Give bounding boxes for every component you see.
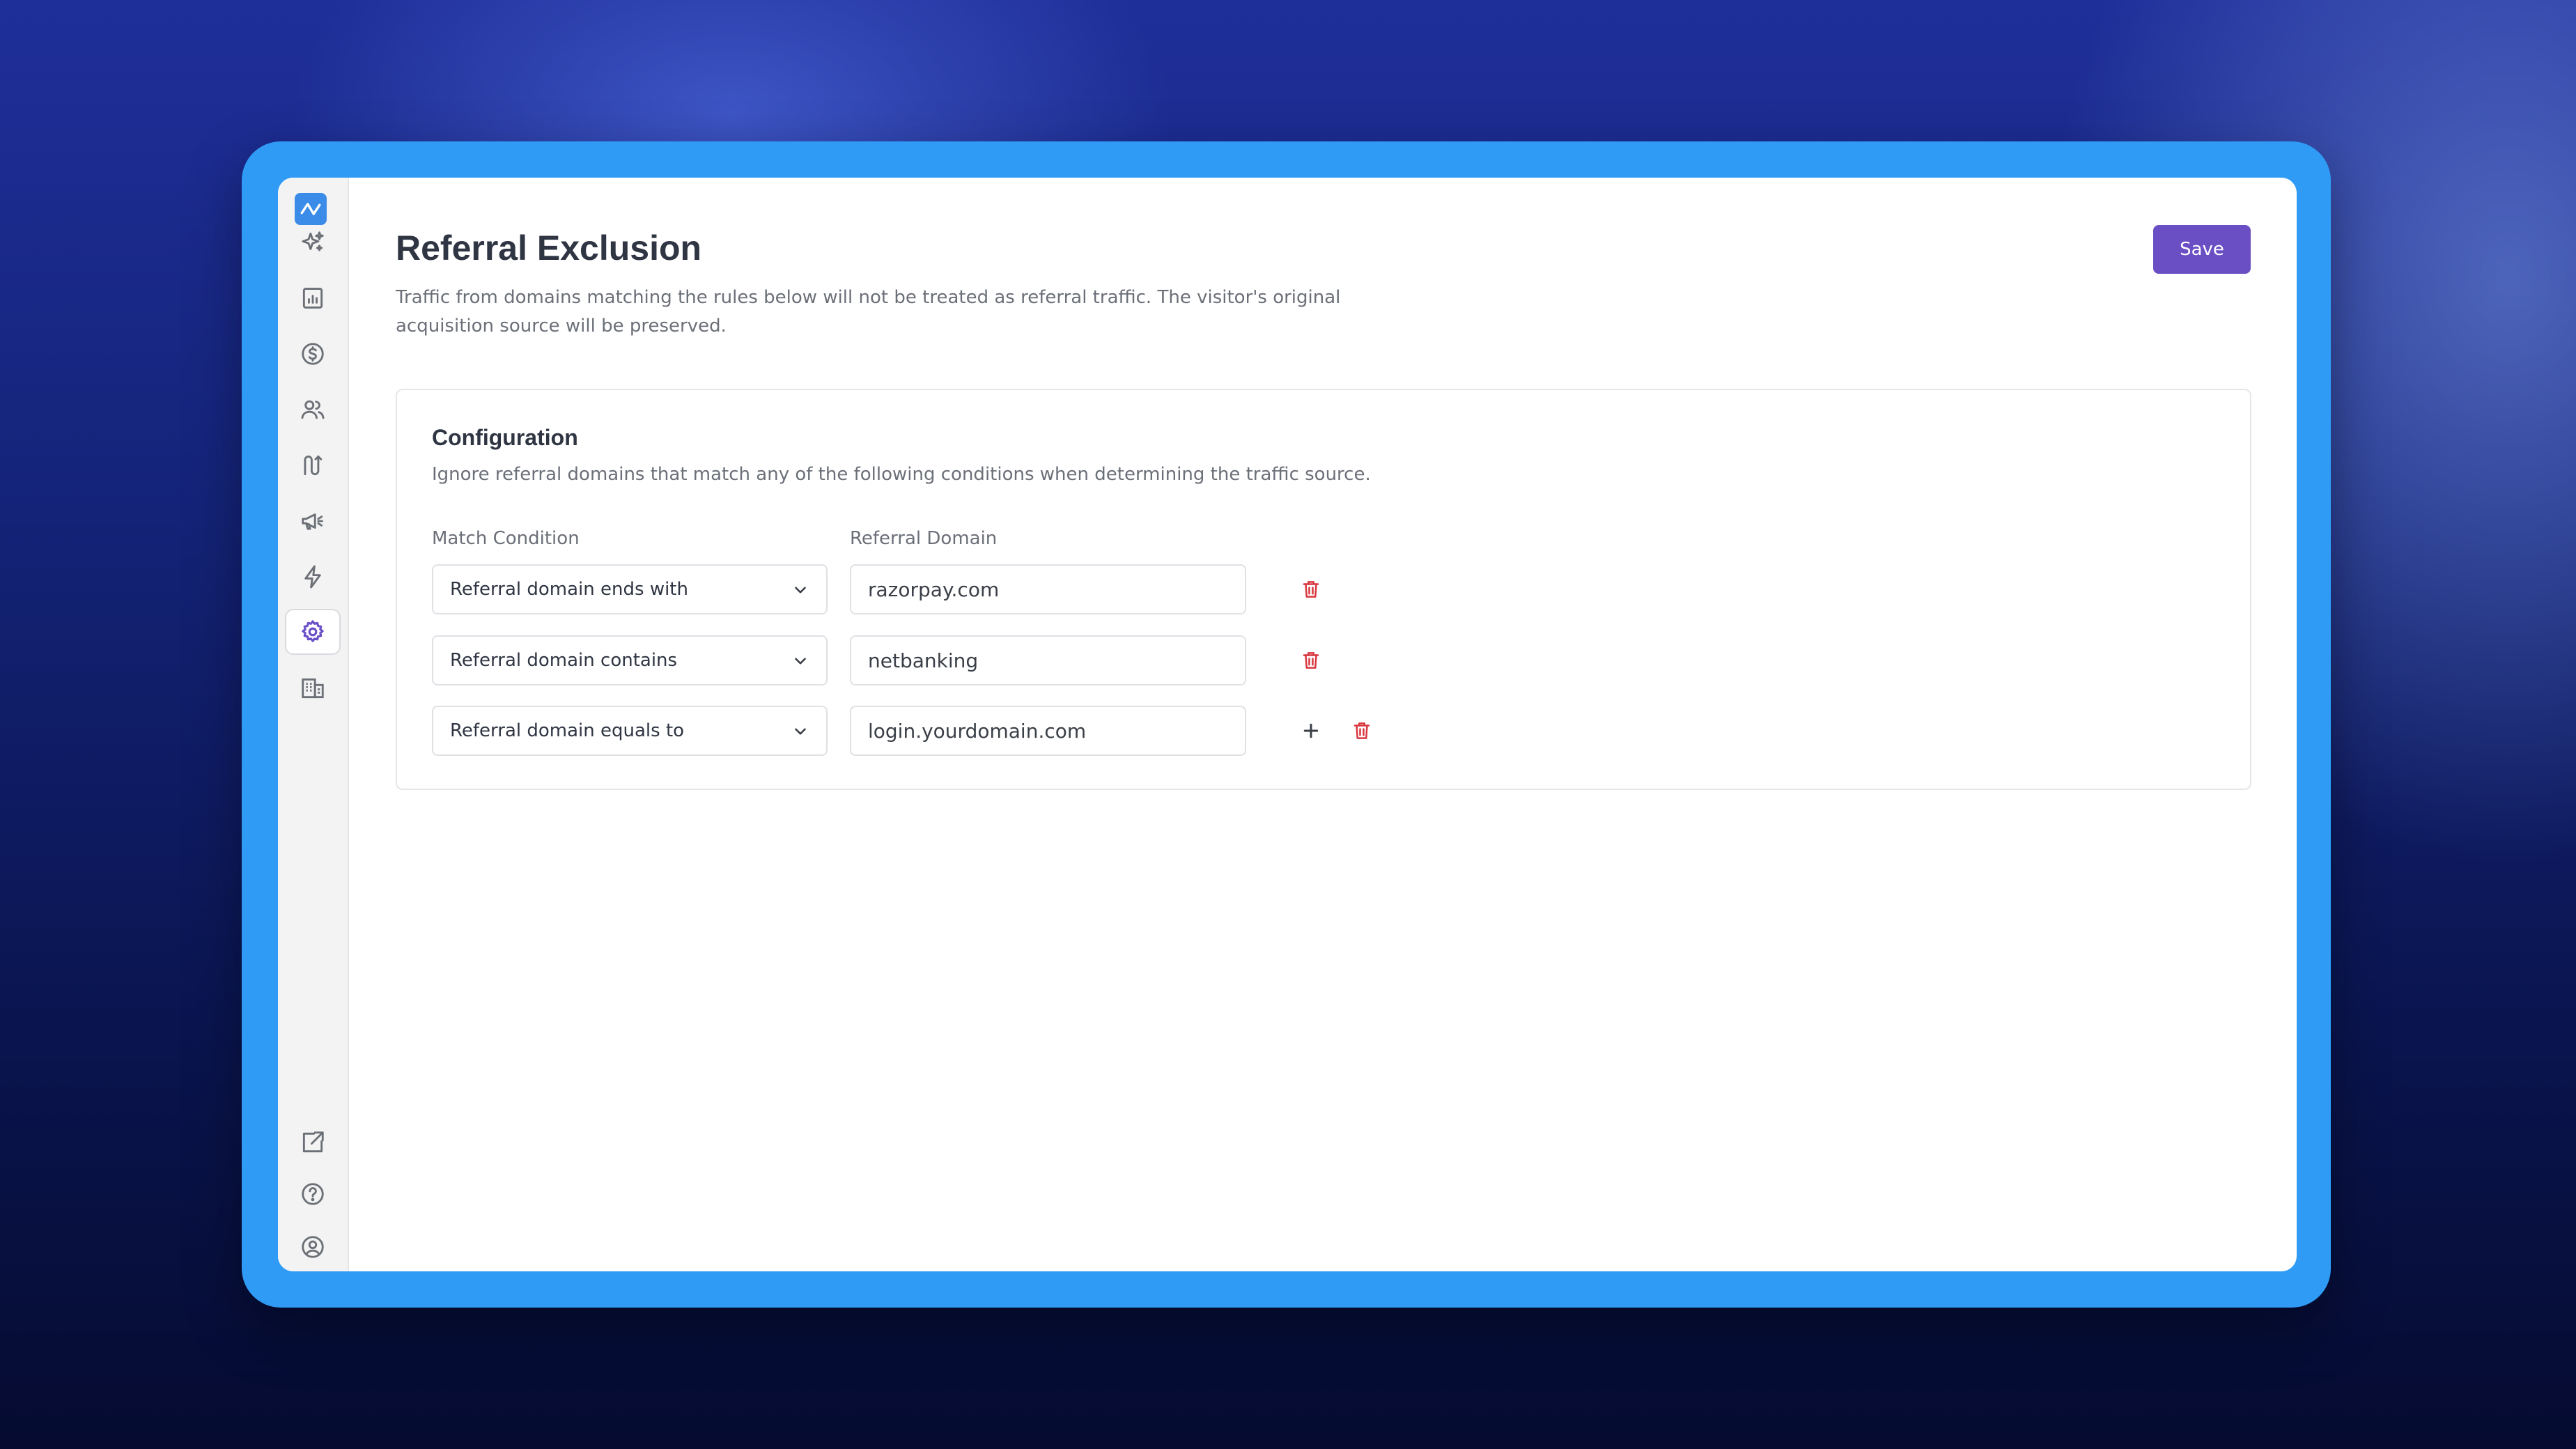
trash-icon xyxy=(1303,652,1319,669)
sidebar-item-account[interactable] xyxy=(285,1224,341,1270)
megaphone-icon xyxy=(302,513,323,530)
gear-icon xyxy=(302,620,324,642)
referral-domain-input[interactable]: razorpay.com xyxy=(850,564,1246,614)
page-title: Referral Exclusion xyxy=(396,228,702,268)
configuration-title: Configuration xyxy=(432,425,578,450)
plus-icon xyxy=(1303,723,1319,738)
sidebar-item-organizations[interactable] xyxy=(285,665,341,711)
sidebar-item-settings[interactable] xyxy=(285,609,341,655)
sparkles-icon xyxy=(302,231,324,251)
sidebar-item-help[interactable] xyxy=(285,1171,341,1217)
sidebar xyxy=(278,178,349,1271)
sidebar-item-automations[interactable] xyxy=(285,554,341,600)
sidebar-item-campaigns[interactable] xyxy=(285,498,341,544)
configuration-card: Configuration Ignore referral domains th… xyxy=(396,389,2251,790)
chevron-down-icon xyxy=(795,587,806,594)
app-window: Referral Exclusion Traffic from domains … xyxy=(278,178,2297,1271)
lightning-icon xyxy=(304,565,321,589)
help-icon xyxy=(302,1183,324,1205)
sidebar-item-ai[interactable] xyxy=(285,219,341,265)
sidebar-item-reports[interactable] xyxy=(285,275,341,321)
select-value: Referral domain ends with xyxy=(450,579,688,600)
add-rule-button[interactable] xyxy=(1297,717,1325,745)
trash-icon xyxy=(1353,722,1370,739)
trash-icon xyxy=(1303,581,1319,598)
chevron-down-icon xyxy=(795,658,806,665)
users-icon xyxy=(301,400,325,419)
chevron-down-icon xyxy=(795,728,806,735)
match-condition-label: Match Condition xyxy=(432,528,580,549)
referral-domain-input[interactable]: netbanking xyxy=(850,635,1246,685)
select-value: Referral domain contains xyxy=(450,650,678,671)
referral-domain-label: Referral Domain xyxy=(850,528,998,549)
match-condition-select[interactable]: Referral domain equals to xyxy=(432,706,828,756)
delete-rule-button[interactable] xyxy=(1348,717,1376,745)
delete-rule-button[interactable] xyxy=(1297,646,1325,674)
dollar-icon xyxy=(302,343,324,365)
match-condition-select[interactable]: Referral domain ends with xyxy=(432,564,828,614)
page-description: Traffic from domains matching the rules … xyxy=(396,287,1341,336)
chart-report-icon xyxy=(302,288,323,309)
route-icon xyxy=(304,455,323,476)
user-circle-icon xyxy=(302,1236,324,1258)
delete-rule-button[interactable] xyxy=(1297,575,1325,603)
select-value: Referral domain equals to xyxy=(450,720,685,741)
match-condition-select[interactable]: Referral domain contains xyxy=(432,635,828,685)
main-content: Referral Exclusion Traffic from domains … xyxy=(349,178,2297,1271)
building-icon xyxy=(302,678,324,699)
save-button[interactable]: Save xyxy=(2153,225,2251,274)
sidebar-item-users[interactable] xyxy=(285,387,341,433)
logo-icon xyxy=(300,203,321,215)
sidebar-item-external-link[interactable] xyxy=(285,1119,341,1165)
sidebar-item-journeys[interactable] xyxy=(285,442,341,488)
external-link-icon xyxy=(302,1131,324,1153)
sidebar-item-revenue[interactable] xyxy=(285,331,341,377)
configuration-description: Ignore referral domains that match any o… xyxy=(432,464,1371,485)
referral-domain-input[interactable]: login.yourdomain.com xyxy=(850,706,1246,756)
